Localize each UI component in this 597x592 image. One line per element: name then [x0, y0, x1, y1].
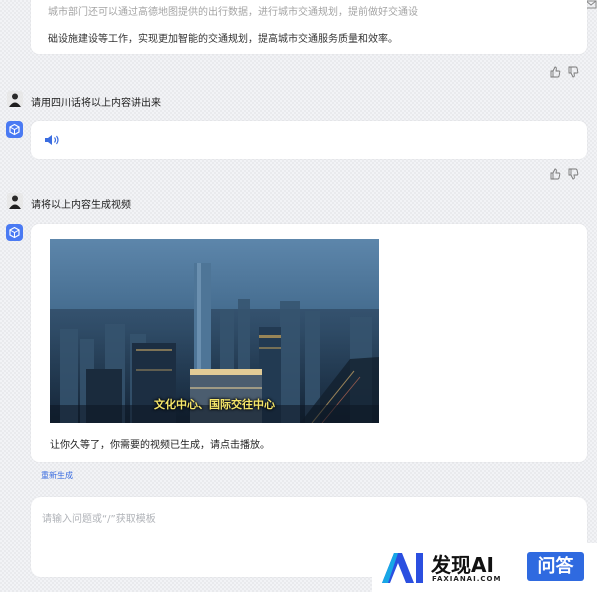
watermark: 发现AI FAXIANAI.COM 问答	[372, 543, 597, 592]
ai-logo-icon	[382, 553, 423, 583]
thumbs-up-icon[interactable]	[549, 168, 561, 180]
regenerate-link[interactable]: 重新生成	[41, 470, 73, 481]
video-player[interactable]: 文化中心、国际交往中心	[50, 239, 379, 423]
audio-reply-card	[31, 121, 587, 159]
thumbs-down-icon[interactable]	[567, 168, 579, 180]
user-message: 请将以上内容生成视频	[31, 200, 131, 211]
user-message: 请用四川话将以上内容讲出来	[31, 98, 161, 109]
chat-input-placeholder: 请输入问题或“/”获取模板	[42, 514, 156, 525]
watermark-brand: 发现AI	[431, 553, 494, 577]
watermark-badge: 问答	[527, 552, 584, 581]
video-reply-card: 文化中心、国际交往中心 让你久等了，你需要的视频已生成，请点击播放。	[31, 224, 587, 462]
thumbs-down-icon[interactable]	[567, 66, 579, 78]
user-avatar	[7, 91, 23, 107]
previous-reply-line1: 城市部门还可以通过高德地图提供的出行数据，进行城市交通规划，提前做好交通设	[48, 7, 418, 18]
speaker-icon[interactable]	[44, 134, 61, 146]
video-subtitle: 文化中心、国际交往中心	[154, 398, 275, 411]
previous-reply-line2: 础设施建设等工作，实现更加智能的交通规划，提高城市交通服务质量和效率。	[48, 34, 398, 45]
watermark-domain: FAXIANAI.COM	[432, 575, 502, 583]
thumbs-up-icon[interactable]	[549, 66, 561, 78]
bot-avatar	[6, 121, 23, 138]
user-avatar	[7, 193, 23, 209]
bot-avatar	[6, 224, 23, 241]
previous-reply-card: 城市部门还可以通过高德地图提供的出行数据，进行城市交通规划，提前做好交通设 础设…	[31, 0, 587, 54]
video-caption: 让你久等了，你需要的视频已生成，请点击播放。	[50, 440, 270, 451]
